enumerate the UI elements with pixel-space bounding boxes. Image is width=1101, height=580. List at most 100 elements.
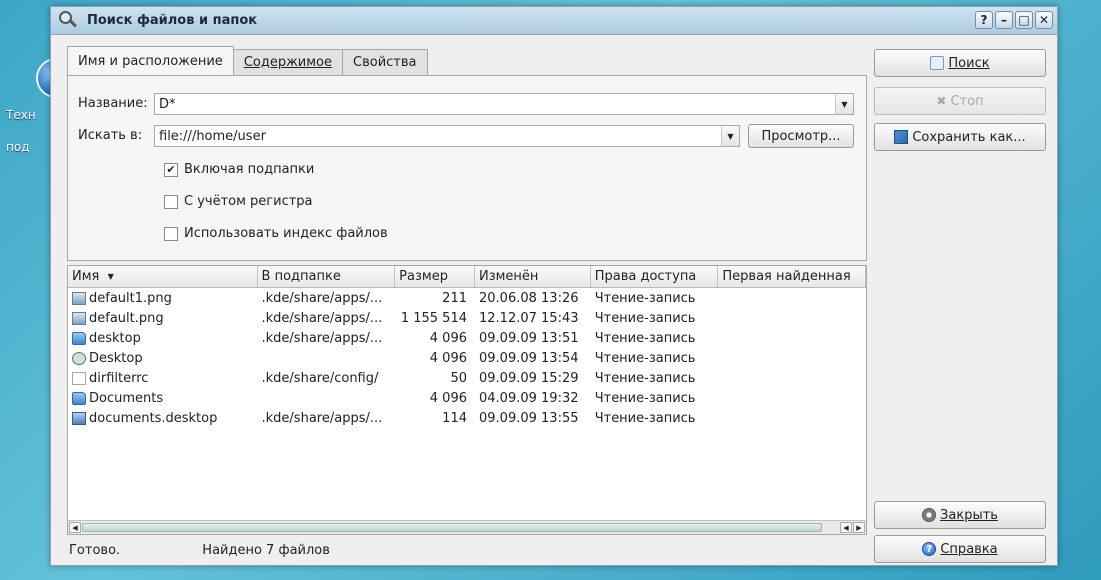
- checkbox-icon: [164, 226, 178, 241]
- cell-size: 1 155 514: [400, 310, 467, 326]
- cell-name: documents.desktop: [68, 411, 258, 426]
- lookin-value: file:///home/user: [159, 128, 266, 144]
- cell-permissions: Чтение-запись: [594, 410, 696, 426]
- include-subfolders-label: Включая подпапки: [184, 162, 315, 177]
- case-sensitive-checkbox[interactable]: С учётом регистра: [164, 194, 313, 209]
- close-button[interactable]: Закрыть: [874, 501, 1046, 529]
- find-files-window: Поиск файлов и папок ? – □ ✕ Имя и распо…: [50, 6, 1058, 566]
- cell-subfolder: .kde/share/apps/...: [261, 310, 383, 326]
- cell-size: 4 096: [429, 390, 467, 406]
- scroll-left-icon[interactable]: ◀: [69, 522, 81, 533]
- help-window-button[interactable]: ?: [975, 11, 993, 29]
- search-app-icon: [57, 10, 79, 32]
- status-found-count: Найдено 7 файлов: [202, 543, 330, 558]
- include-subfolders-checkbox[interactable]: ✔ Включая подпапки: [164, 162, 314, 177]
- cell-subfolder: .kde/share/apps/...: [261, 290, 383, 306]
- cell-subfolder: .kde/share/apps/...: [261, 410, 383, 426]
- column-header-modified[interactable]: Изменён: [475, 266, 591, 287]
- column-header-first-match[interactable]: Первая найденная: [718, 266, 867, 287]
- browse-button[interactable]: Просмотр...: [748, 124, 854, 148]
- cell-size: 4 096: [429, 330, 467, 346]
- folder-icon: [72, 391, 86, 405]
- desktop-file-icon: [72, 411, 86, 425]
- cell-subfolder: .kde/share/apps/...: [261, 330, 383, 346]
- status-ready: Готово.: [69, 543, 121, 558]
- cell-modified: 12.12.07 15:43: [479, 310, 579, 326]
- column-header-subfolder[interactable]: В подпапке: [258, 266, 396, 287]
- save-icon: [894, 130, 909, 144]
- stop-button[interactable]: ✖ Стоп: [874, 87, 1046, 115]
- desktop-label: под: [6, 140, 30, 154]
- cell-name: Desktop: [68, 351, 258, 366]
- column-header-size[interactable]: Размер: [395, 266, 475, 287]
- table-row[interactable]: dirfilterrc .kde/share/config/50 09.09.09 …: [68, 368, 866, 388]
- tab-panel: Название: D* ▼ Искать в: file:///home/us…: [67, 75, 867, 261]
- lookin-combo[interactable]: file:///home/user ▼: [154, 125, 740, 147]
- table-row[interactable]: default.png .kde/share/apps/... 1 155 514 1…: [68, 308, 866, 328]
- table-row[interactable]: desktop .kde/share/apps/... 4 096 09.09.09 …: [68, 328, 866, 348]
- cell-name: dirfilterrc: [68, 371, 258, 386]
- desktop-label: Техн: [6, 108, 36, 122]
- cell-subfolder: .kde/share/config/: [261, 370, 379, 386]
- table-row[interactable]: Desktop 4 096 09.09.09 13:54 Чтение-запись: [68, 348, 866, 368]
- results-table[interactable]: Имя ▼ В подпапке Размер Изменён Права до…: [67, 265, 867, 535]
- close-icon: [922, 508, 937, 522]
- tab-properties[interactable]: Свойства: [342, 49, 428, 75]
- text-file-icon: [72, 371, 86, 385]
- scrollbar-thumb[interactable]: [82, 523, 822, 532]
- use-index-checkbox[interactable]: Использовать индекс файлов: [164, 226, 388, 241]
- search-icon: [930, 56, 945, 70]
- cell-modified: 09.09.09 13:51: [479, 330, 579, 346]
- cell-name: desktop: [68, 331, 258, 346]
- checkbox-checked-icon: ✔: [164, 162, 178, 177]
- table-row[interactable]: default1.png .kde/share/apps/... 211 20.06.…: [68, 288, 866, 308]
- search-button[interactable]: Поиск: [874, 49, 1046, 77]
- save-as-button[interactable]: Сохранить как...: [874, 123, 1046, 151]
- cell-modified: 04.09.09 19:32: [479, 390, 579, 406]
- cell-modified: 09.09.09 13:54: [479, 350, 579, 366]
- table-row[interactable]: Documents 4 096 04.09.09 19:32 Чтение-запис…: [68, 388, 866, 408]
- name-value: D*: [159, 96, 176, 112]
- cell-permissions: Чтение-запись: [594, 390, 696, 406]
- table-body: default1.png .kde/share/apps/... 211 20.06.…: [68, 288, 866, 428]
- image-file-icon: [72, 311, 86, 325]
- cell-modified: 09.09.09 13:55: [479, 410, 579, 426]
- scroll-right-icon[interactable]: ▶: [853, 522, 865, 533]
- stop-icon: ✖: [936, 94, 947, 108]
- help-icon: ?: [922, 542, 937, 556]
- scroll-left-icon[interactable]: ◀: [840, 522, 852, 533]
- checkbox-icon: [164, 194, 178, 209]
- cell-modified: 09.09.09 15:29: [479, 370, 579, 386]
- chevron-down-icon[interactable]: ▼: [721, 126, 739, 146]
- maximize-button[interactable]: □: [1015, 11, 1033, 29]
- status-bar: Готово. Найдено 7 файлов: [69, 543, 408, 558]
- image-file-icon: [72, 291, 86, 305]
- title-bar[interactable]: Поиск файлов и папок ? – □ ✕: [51, 7, 1057, 35]
- chevron-down-icon[interactable]: ▼: [835, 94, 853, 114]
- cell-modified: 20.06.08 13:26: [479, 290, 579, 306]
- use-index-label: Использовать индекс файлов: [184, 226, 388, 241]
- column-header-name[interactable]: Имя ▼: [68, 266, 258, 287]
- cell-size: 4 096: [429, 350, 467, 366]
- cell-size: 50: [450, 370, 467, 386]
- cell-permissions: Чтение-запись: [594, 370, 696, 386]
- cell-permissions: Чтение-запись: [594, 290, 696, 306]
- cell-permissions: Чтение-запись: [594, 350, 696, 366]
- minimize-button[interactable]: –: [995, 11, 1013, 29]
- table-header: Имя ▼ В подпапке Размер Изменён Права до…: [68, 266, 867, 288]
- cell-name: default.png: [68, 311, 258, 326]
- tab-name-location[interactable]: Имя и расположение: [67, 46, 234, 75]
- cell-size: 211: [442, 290, 467, 306]
- horizontal-scrollbar[interactable]: ◀ ◀ ▶: [68, 520, 866, 534]
- tab-contents[interactable]: Содержимое: [232, 49, 344, 75]
- close-window-button[interactable]: ✕: [1035, 11, 1053, 29]
- help-button[interactable]: ? Справка: [874, 535, 1046, 563]
- name-combo[interactable]: D* ▼: [154, 93, 854, 115]
- window-title: Поиск файлов и папок: [87, 13, 258, 28]
- column-header-permissions[interactable]: Права доступа: [591, 266, 719, 287]
- cell-name: default1.png: [68, 291, 258, 306]
- cell-permissions: Чтение-запись: [594, 330, 696, 346]
- table-row[interactable]: documents.desktop .kde/share/apps/... 114 0…: [68, 408, 866, 428]
- folder-icon: [72, 331, 86, 345]
- name-label: Название:: [78, 96, 148, 111]
